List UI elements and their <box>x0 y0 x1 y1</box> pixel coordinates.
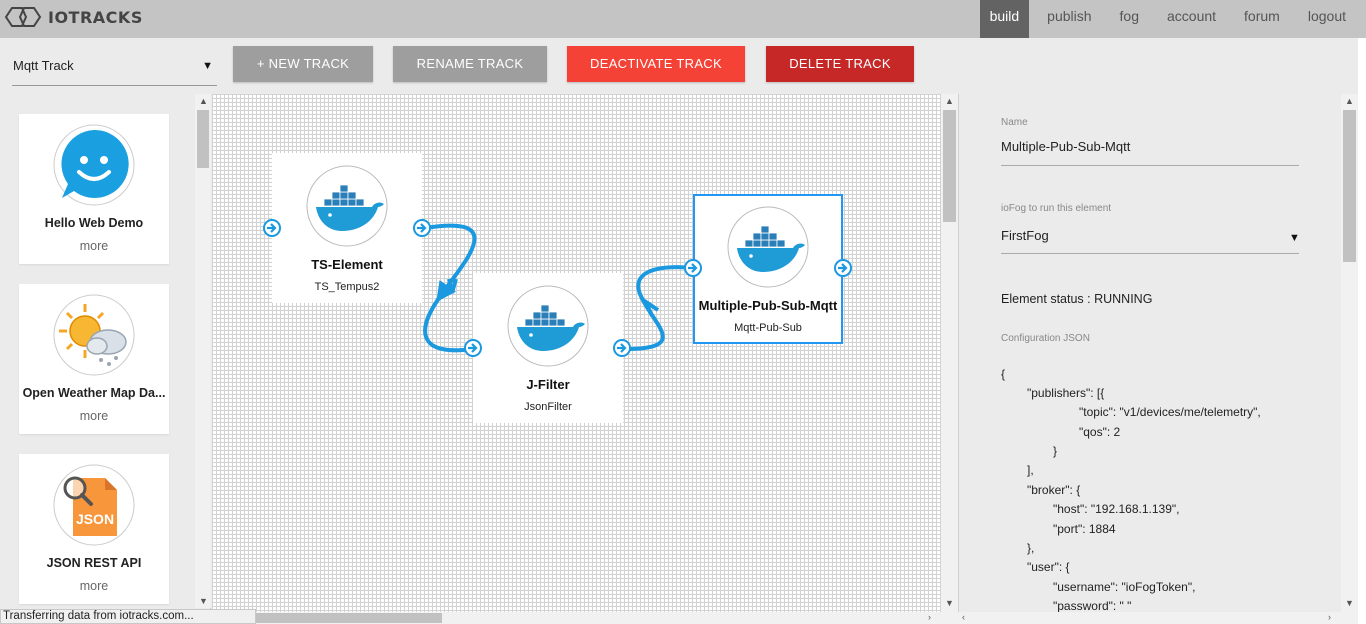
connection-jfilter-to-mqtt <box>624 265 695 351</box>
scroll-right-arrow-icon[interactable]: › <box>1328 612 1331 622</box>
json-line: "port": 1884 <box>1053 522 1116 536</box>
dropdown-caret-icon: ▼ <box>202 60 213 72</box>
delete-track-button[interactable]: DELETE TRACK <box>766 46 914 82</box>
node-j-filter[interactable]: J-Filter JsonFilter <box>473 273 623 423</box>
catalog-item-open-weather-map[interactable]: Open Weather Map Da... more <box>19 284 169 434</box>
iofog-select[interactable]: FirstFog <box>1001 228 1049 243</box>
track-canvas[interactable]: TS-Element TS_Tempus2 J-Filter JsonFilte… <box>212 94 942 612</box>
input-port-icon[interactable] <box>684 259 702 277</box>
scroll-up-arrow-icon[interactable]: ▲ <box>945 96 954 106</box>
json-line: }, <box>1027 541 1035 555</box>
canvas-vertical-scrollbar[interactable]: ▲ ▼ <box>941 94 958 612</box>
json-line: "broker": { <box>1027 483 1081 497</box>
json-line: ], <box>1027 463 1034 477</box>
properties-scrollbar[interactable]: ▲ ▼ <box>1341 94 1358 612</box>
track-select-value: Mqtt Track <box>13 58 74 73</box>
output-port-icon[interactable] <box>834 259 852 277</box>
scroll-down-arrow-icon[interactable]: ▼ <box>945 598 954 608</box>
svg-text:JSON: JSON <box>76 511 114 527</box>
window-edge <box>1358 38 1366 624</box>
json-line: "publishers": [{ <box>1027 386 1105 400</box>
json-line: "username": "ioFogToken", <box>1053 580 1196 594</box>
scroll-left-arrow-icon[interactable]: ‹ <box>962 612 965 622</box>
json-line: { <box>1001 367 1006 381</box>
scroll-up-arrow-icon[interactable]: ▲ <box>1345 96 1354 106</box>
element-catalog: Hello Web Demo more Open Weather Map Da.… <box>0 94 211 624</box>
catalog-item-more-link[interactable]: more <box>19 409 169 423</box>
output-port-icon[interactable] <box>613 339 631 357</box>
name-input-underline <box>1001 165 1299 166</box>
iofog-select-underline <box>1001 253 1299 254</box>
docker-icon <box>727 206 809 288</box>
json-line: "topic": "v1/devices/me/telemetry", <box>1079 405 1261 419</box>
iofog-label: ioFog to run this element <box>1001 203 1112 214</box>
nav-publish[interactable]: publish <box>1037 0 1101 38</box>
scrollbar-thumb[interactable] <box>256 613 442 623</box>
docker-icon <box>507 285 589 367</box>
catalog-item-hello-web-demo[interactable]: Hello Web Demo more <box>19 114 169 264</box>
node-subtitle: JsonFilter <box>524 401 572 413</box>
output-port-icon[interactable] <box>413 219 431 237</box>
catalog-item-more-link[interactable]: more <box>19 239 169 253</box>
json-line: "qos": 2 <box>1079 425 1121 439</box>
name-input[interactable]: Multiple-Pub-Sub-Mqtt <box>1001 139 1130 154</box>
json-line: "user": { <box>1027 560 1070 574</box>
track-toolbar: Mqtt Track ▼ + NEW TRACK RENAME TRACK DE… <box>0 38 1366 94</box>
nav-account[interactable]: account <box>1157 0 1226 38</box>
json-line: } <box>1053 444 1058 458</box>
nav-fog[interactable]: fog <box>1110 0 1149 38</box>
scrollbar-thumb[interactable] <box>197 110 209 168</box>
iotracks-logo-icon <box>4 7 42 27</box>
json-line: "host": "192.168.1.139", <box>1053 502 1180 516</box>
node-title: J-Filter <box>526 377 570 392</box>
weather-icon <box>53 294 135 376</box>
docker-icon <box>306 165 388 247</box>
smiley-chat-icon <box>53 124 135 206</box>
name-label: Name <box>1001 117 1028 128</box>
scroll-down-arrow-icon[interactable]: ▼ <box>1345 598 1354 608</box>
main-nav: build publish fog account forum logout <box>972 0 1356 38</box>
logo[interactable]: IOTRACKS <box>4 6 143 28</box>
element-status: Element status : RUNNING <box>1001 292 1153 306</box>
node-ts-element[interactable]: TS-Element TS_Tempus2 <box>272 153 422 303</box>
scrollbar-thumb[interactable] <box>943 110 956 222</box>
scroll-down-arrow-icon[interactable]: ▼ <box>199 596 208 606</box>
nav-build[interactable]: build <box>979 0 1030 38</box>
node-title: Multiple-Pub-Sub-Mqtt <box>698 298 838 313</box>
input-port-icon[interactable] <box>263 219 281 237</box>
config-json-label: Configuration JSON <box>1001 333 1090 344</box>
json-line: "password": " " <box>1053 599 1132 612</box>
scroll-right-arrow-icon[interactable]: › <box>928 612 931 622</box>
rename-track-button[interactable]: RENAME TRACK <box>393 46 547 82</box>
properties-panel: Name Multiple-Pub-Sub-Mqtt ioFog to run … <box>958 94 1341 612</box>
track-select[interactable]: Mqtt Track ▼ <box>12 52 217 86</box>
browser-status-bar: Transferring data from iotracks.com... <box>0 609 256 624</box>
nav-forum[interactable]: forum <box>1234 0 1290 38</box>
new-track-button[interactable]: + NEW TRACK <box>233 46 373 82</box>
node-title: TS-Element <box>311 257 383 272</box>
catalog-item-more-link[interactable]: more <box>19 579 169 593</box>
catalog-item-json-rest-api[interactable]: JSON JSON REST API more <box>19 454 169 604</box>
node-subtitle: TS_Tempus2 <box>314 281 380 293</box>
scroll-up-arrow-icon[interactable]: ▲ <box>199 96 208 106</box>
top-navbar: IOTRACKS build publish fog account forum… <box>0 0 1366 38</box>
nav-logout[interactable]: logout <box>1298 0 1356 38</box>
canvas-horizontal-scrollbar[interactable]: › <box>212 612 958 624</box>
deactivate-track-button[interactable]: DEACTIVATE TRACK <box>567 46 745 82</box>
node-subtitle: Mqtt-Pub-Sub <box>734 322 802 334</box>
scrollbar-thumb[interactable] <box>1343 110 1356 262</box>
catalog-item-title: Hello Web Demo <box>44 216 144 230</box>
catalog-item-title: JSON REST API <box>46 556 142 570</box>
properties-horizontal-scrollbar[interactable]: ‹ › <box>958 612 1358 624</box>
catalog-scrollbar[interactable]: ▲ ▼ <box>195 94 211 608</box>
catalog-item-title: Open Weather Map Da... <box>22 386 166 400</box>
app-name: IOTRACKS <box>48 7 143 27</box>
dropdown-caret-icon[interactable]: ▼ <box>1289 232 1300 244</box>
node-multiple-pub-sub-mqtt[interactable]: Multiple-Pub-Sub-Mqtt Mqtt-Pub-Sub <box>693 194 843 344</box>
json-file-icon: JSON <box>53 464 135 546</box>
input-port-icon[interactable] <box>464 339 482 357</box>
